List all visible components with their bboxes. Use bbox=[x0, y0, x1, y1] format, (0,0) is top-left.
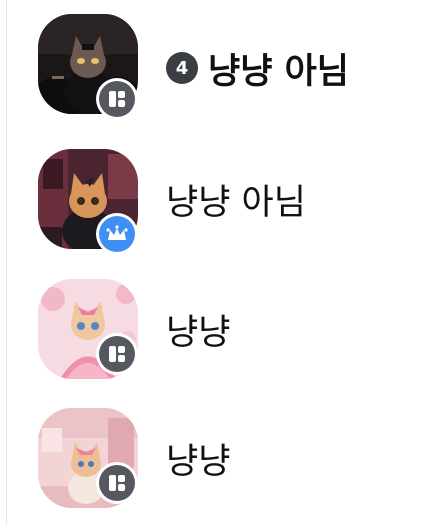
profile-name: 냥냥 아님 bbox=[208, 51, 349, 92]
profile-list-screen: 4 냥냥 아님 냥냥 아님 냥냥 냥냥 bbox=[0, 0, 426, 525]
mini-app-icon bbox=[99, 465, 135, 501]
avatar-badge bbox=[96, 462, 138, 504]
avatar-badge bbox=[96, 78, 138, 120]
list-item[interactable]: 냥냥 bbox=[0, 267, 426, 387]
list-item[interactable]: 냥냥 아님 bbox=[0, 137, 426, 257]
list-item-title: 4 냥냥 아님 bbox=[166, 46, 349, 92]
list-item-title: 냥냥 bbox=[166, 307, 230, 353]
unread-count-badge: 4 bbox=[166, 52, 198, 84]
profile-name: 냥냥 아님 bbox=[166, 182, 306, 223]
mini-app-icon bbox=[99, 336, 135, 372]
list-item-title: 냥냥 bbox=[166, 436, 230, 482]
list-item[interactable]: 4 냥냥 아님 bbox=[0, 12, 426, 132]
list-item-title: 냥냥 아님 bbox=[166, 177, 306, 223]
profile-name: 냥냥 bbox=[166, 312, 231, 353]
profile-name: 냥냥 bbox=[166, 441, 231, 482]
avatar-badge bbox=[96, 333, 138, 375]
avatar-badge bbox=[96, 213, 138, 255]
crown-icon bbox=[99, 216, 135, 252]
mini-app-icon bbox=[99, 81, 135, 117]
list-item[interactable]: 냥냥 bbox=[0, 396, 426, 516]
